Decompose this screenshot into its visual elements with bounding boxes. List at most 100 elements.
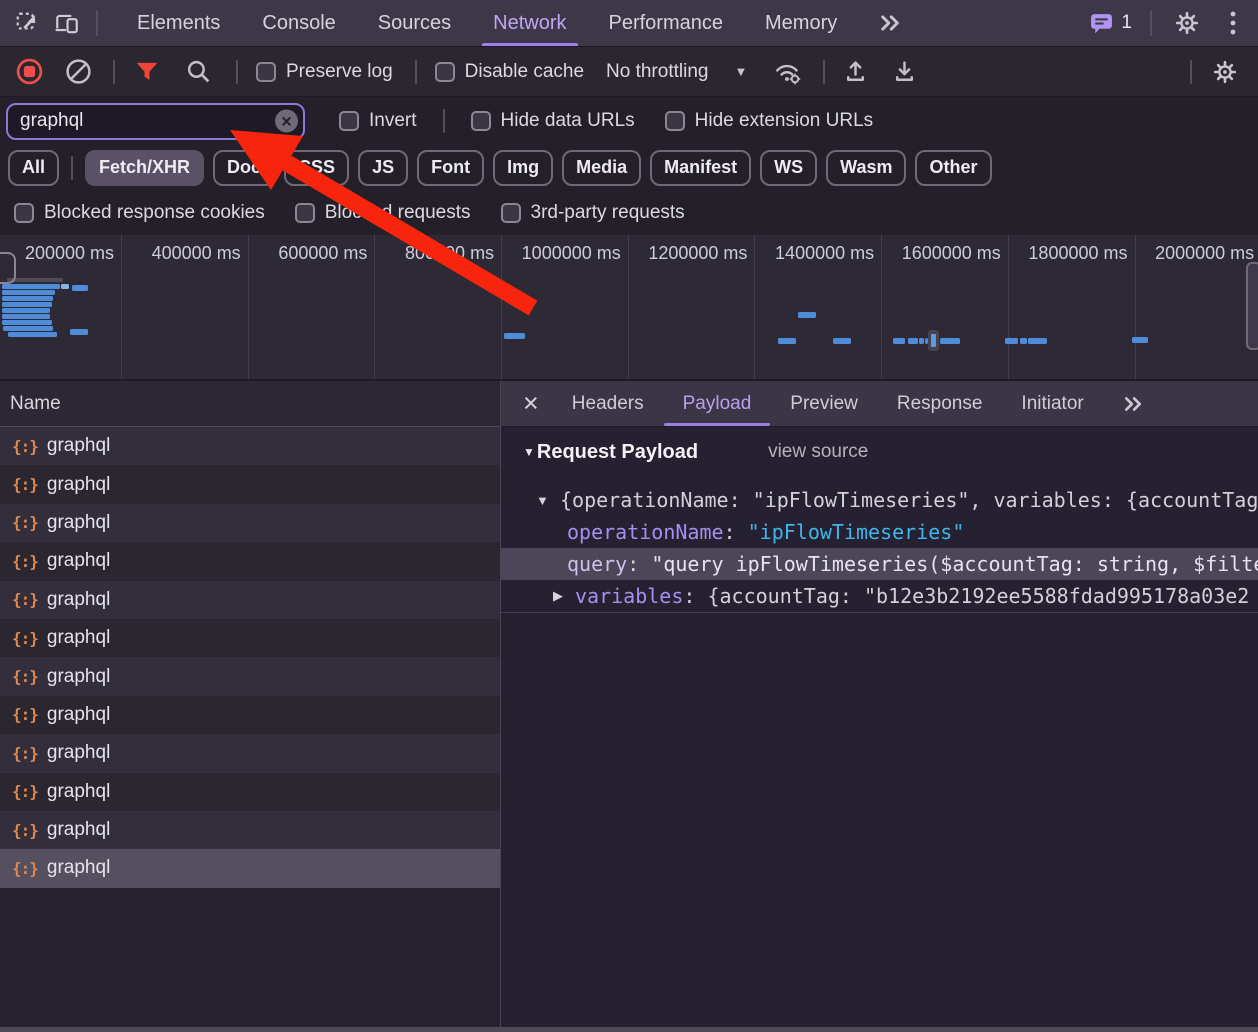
fetch-xhr-braces-icon: {:}	[12, 437, 38, 456]
request-row[interactable]: {:}graphql	[0, 619, 500, 657]
filter-chip-wasm[interactable]: Wasm	[826, 150, 906, 186]
devtools-settings-button[interactable]	[1172, 8, 1202, 38]
blocked-requests-checkbox[interactable]	[295, 203, 315, 223]
filter-chip-ws[interactable]: WS	[760, 150, 817, 186]
detail-tab-initiator[interactable]: Initiator	[1021, 381, 1083, 426]
tab-performance[interactable]: Performance	[588, 0, 745, 46]
filter-chip-css[interactable]: CSS	[284, 150, 349, 186]
request-row[interactable]: {:}graphql	[0, 696, 500, 734]
disable-cache-option[interactable]: Disable cache	[435, 61, 584, 83]
option-3rd-party-requests[interactable]: 3rd-party requests	[501, 202, 685, 224]
request-row[interactable]: {:}graphql	[0, 734, 500, 772]
filter-input[interactable]	[6, 103, 305, 140]
request-name: graphql	[47, 781, 110, 803]
throttling-select[interactable]: No throttling ▼	[606, 61, 747, 83]
network-overview-timeline[interactable]: 200000 ms400000 ms600000 ms800000 ms1000…	[0, 235, 1258, 381]
detail-tab-response[interactable]: Response	[897, 381, 983, 426]
detail-tab-headers[interactable]: Headers	[572, 381, 644, 426]
hide-data-urls-label: Hide data URLs	[501, 110, 635, 132]
timeline-tick-label: 600000 ms	[249, 235, 375, 264]
detail-tab-preview[interactable]: Preview	[790, 381, 858, 426]
request-name: graphql	[47, 435, 110, 457]
name-column-header[interactable]: Name	[0, 381, 500, 427]
filter-chip-all[interactable]: All	[8, 150, 59, 186]
option-blocked-requests[interactable]: Blocked requests	[295, 202, 471, 224]
filter-chip-manifest[interactable]: Manifest	[650, 150, 751, 186]
invert-label: Invert	[369, 110, 417, 132]
more-detail-tabs-button[interactable]	[1123, 394, 1143, 414]
preserve-log-option[interactable]: Preserve log	[256, 61, 393, 83]
filter-chip-media[interactable]: Media	[562, 150, 641, 186]
waterfall-bar	[919, 338, 924, 344]
payload-query-row-selected[interactable]: query: "query ipFlowTimeseries($accountT…	[501, 548, 1258, 580]
view-source-link[interactable]: view source	[768, 441, 868, 463]
waterfall-bar	[504, 333, 525, 339]
tab-console[interactable]: Console	[241, 0, 356, 46]
payload-root-row[interactable]: ▼ {operationName: "ipFlowTimeseries", va…	[501, 484, 1258, 516]
hide-extension-urls-checkbox[interactable]	[665, 111, 685, 131]
option-blocked-response-cookies[interactable]: Blocked response cookies	[14, 202, 265, 224]
request-row[interactable]: {:}graphql	[0, 542, 500, 580]
payload-string-value: "ipFlowTimeseries"	[748, 520, 965, 544]
request-row[interactable]: {:} graphql	[0, 465, 500, 503]
section-collapse-triangle-icon[interactable]: ▼	[523, 445, 535, 459]
request-row[interactable]: {:}graphql	[0, 504, 500, 542]
request-payload-section-header[interactable]: ▼ Request Payload view source	[501, 427, 1258, 477]
request-row[interactable]: {:}graphql	[0, 811, 500, 849]
fetch-xhr-braces-icon: {:}	[12, 705, 38, 724]
tab-memory[interactable]: Memory	[744, 0, 858, 46]
overview-left-handle[interactable]	[0, 252, 16, 284]
filter-chip-font[interactable]: Font	[417, 150, 484, 186]
inspect-element-button[interactable]	[12, 8, 42, 38]
hide-data-urls-option[interactable]: Hide data URLs	[471, 110, 635, 132]
request-row[interactable]: {:}graphql	[0, 773, 500, 811]
blocked-response-cookies-checkbox[interactable]	[14, 203, 34, 223]
network-settings-button[interactable]	[1212, 59, 1238, 85]
more-options-button[interactable]	[1218, 8, 1248, 38]
request-name: graphql	[47, 474, 110, 496]
payload-variables-row[interactable]: ▶ variables: {accountTag: "b12e3b2192ee5…	[501, 580, 1258, 612]
tab-elements[interactable]: Elements	[116, 0, 241, 46]
payload-tree: ▼ {operationName: "ipFlowTimeseries", va…	[501, 484, 1258, 613]
import-har-button[interactable]	[891, 58, 918, 85]
filter-chip-fetch-xhr[interactable]: Fetch/XHR	[85, 150, 204, 186]
hide-data-urls-checkbox[interactable]	[471, 111, 491, 131]
payload-operationname-row[interactable]: operationName: "ipFlowTimeseries"	[501, 516, 1258, 548]
invert-option[interactable]: Invert	[339, 110, 417, 132]
filter-toggle-button[interactable]	[134, 59, 160, 84]
request-row[interactable]: {:}graphql	[0, 657, 500, 695]
hide-extension-urls-option[interactable]: Hide extension URLs	[665, 110, 873, 132]
clear-network-log-button[interactable]	[65, 58, 92, 85]
disable-cache-checkbox[interactable]	[435, 62, 455, 82]
record-network-log-button[interactable]	[16, 58, 43, 85]
payload-pane: ▼ Request Payload view source ▼ {operati…	[501, 427, 1258, 1027]
filter-chip-img[interactable]: Img	[493, 150, 553, 186]
3rd-party-requests-checkbox[interactable]	[501, 203, 521, 223]
overview-right-handle[interactable]	[1246, 262, 1258, 350]
issues-badge[interactable]: 1	[1089, 11, 1132, 35]
request-row[interactable]: {:}graphql	[0, 849, 500, 887]
waterfall-bar	[1020, 338, 1027, 344]
collapse-triangle-icon[interactable]: ▼	[536, 493, 560, 508]
network-conditions-button[interactable]	[773, 58, 803, 85]
tab-sources[interactable]: Sources	[357, 0, 472, 46]
request-row[interactable]: {:} graphql	[0, 427, 500, 465]
clear-filter-icon[interactable]: ×	[275, 110, 298, 133]
close-details-button[interactable]: ×	[523, 390, 539, 417]
search-button[interactable]	[185, 58, 212, 85]
filter-chip-doc[interactable]: Doc	[213, 150, 275, 186]
preserve-log-checkbox[interactable]	[256, 62, 276, 82]
device-toolbar-button[interactable]	[52, 8, 82, 38]
timeline-tick-label: 1800000 ms	[1009, 235, 1135, 264]
waterfall-bar	[2, 320, 52, 325]
export-har-button[interactable]	[842, 58, 869, 85]
expand-triangle-icon[interactable]: ▶	[553, 588, 575, 604]
filter-chip-js[interactable]: JS	[358, 150, 408, 186]
fetch-xhr-braces-icon: {:}	[12, 475, 38, 494]
invert-checkbox[interactable]	[339, 111, 359, 131]
more-panels-button[interactable]	[858, 0, 922, 46]
request-row[interactable]: {:}graphql	[0, 581, 500, 619]
detail-tab-payload[interactable]: Payload	[683, 381, 752, 426]
filter-chip-other[interactable]: Other	[915, 150, 991, 186]
tab-network[interactable]: Network	[472, 0, 587, 46]
